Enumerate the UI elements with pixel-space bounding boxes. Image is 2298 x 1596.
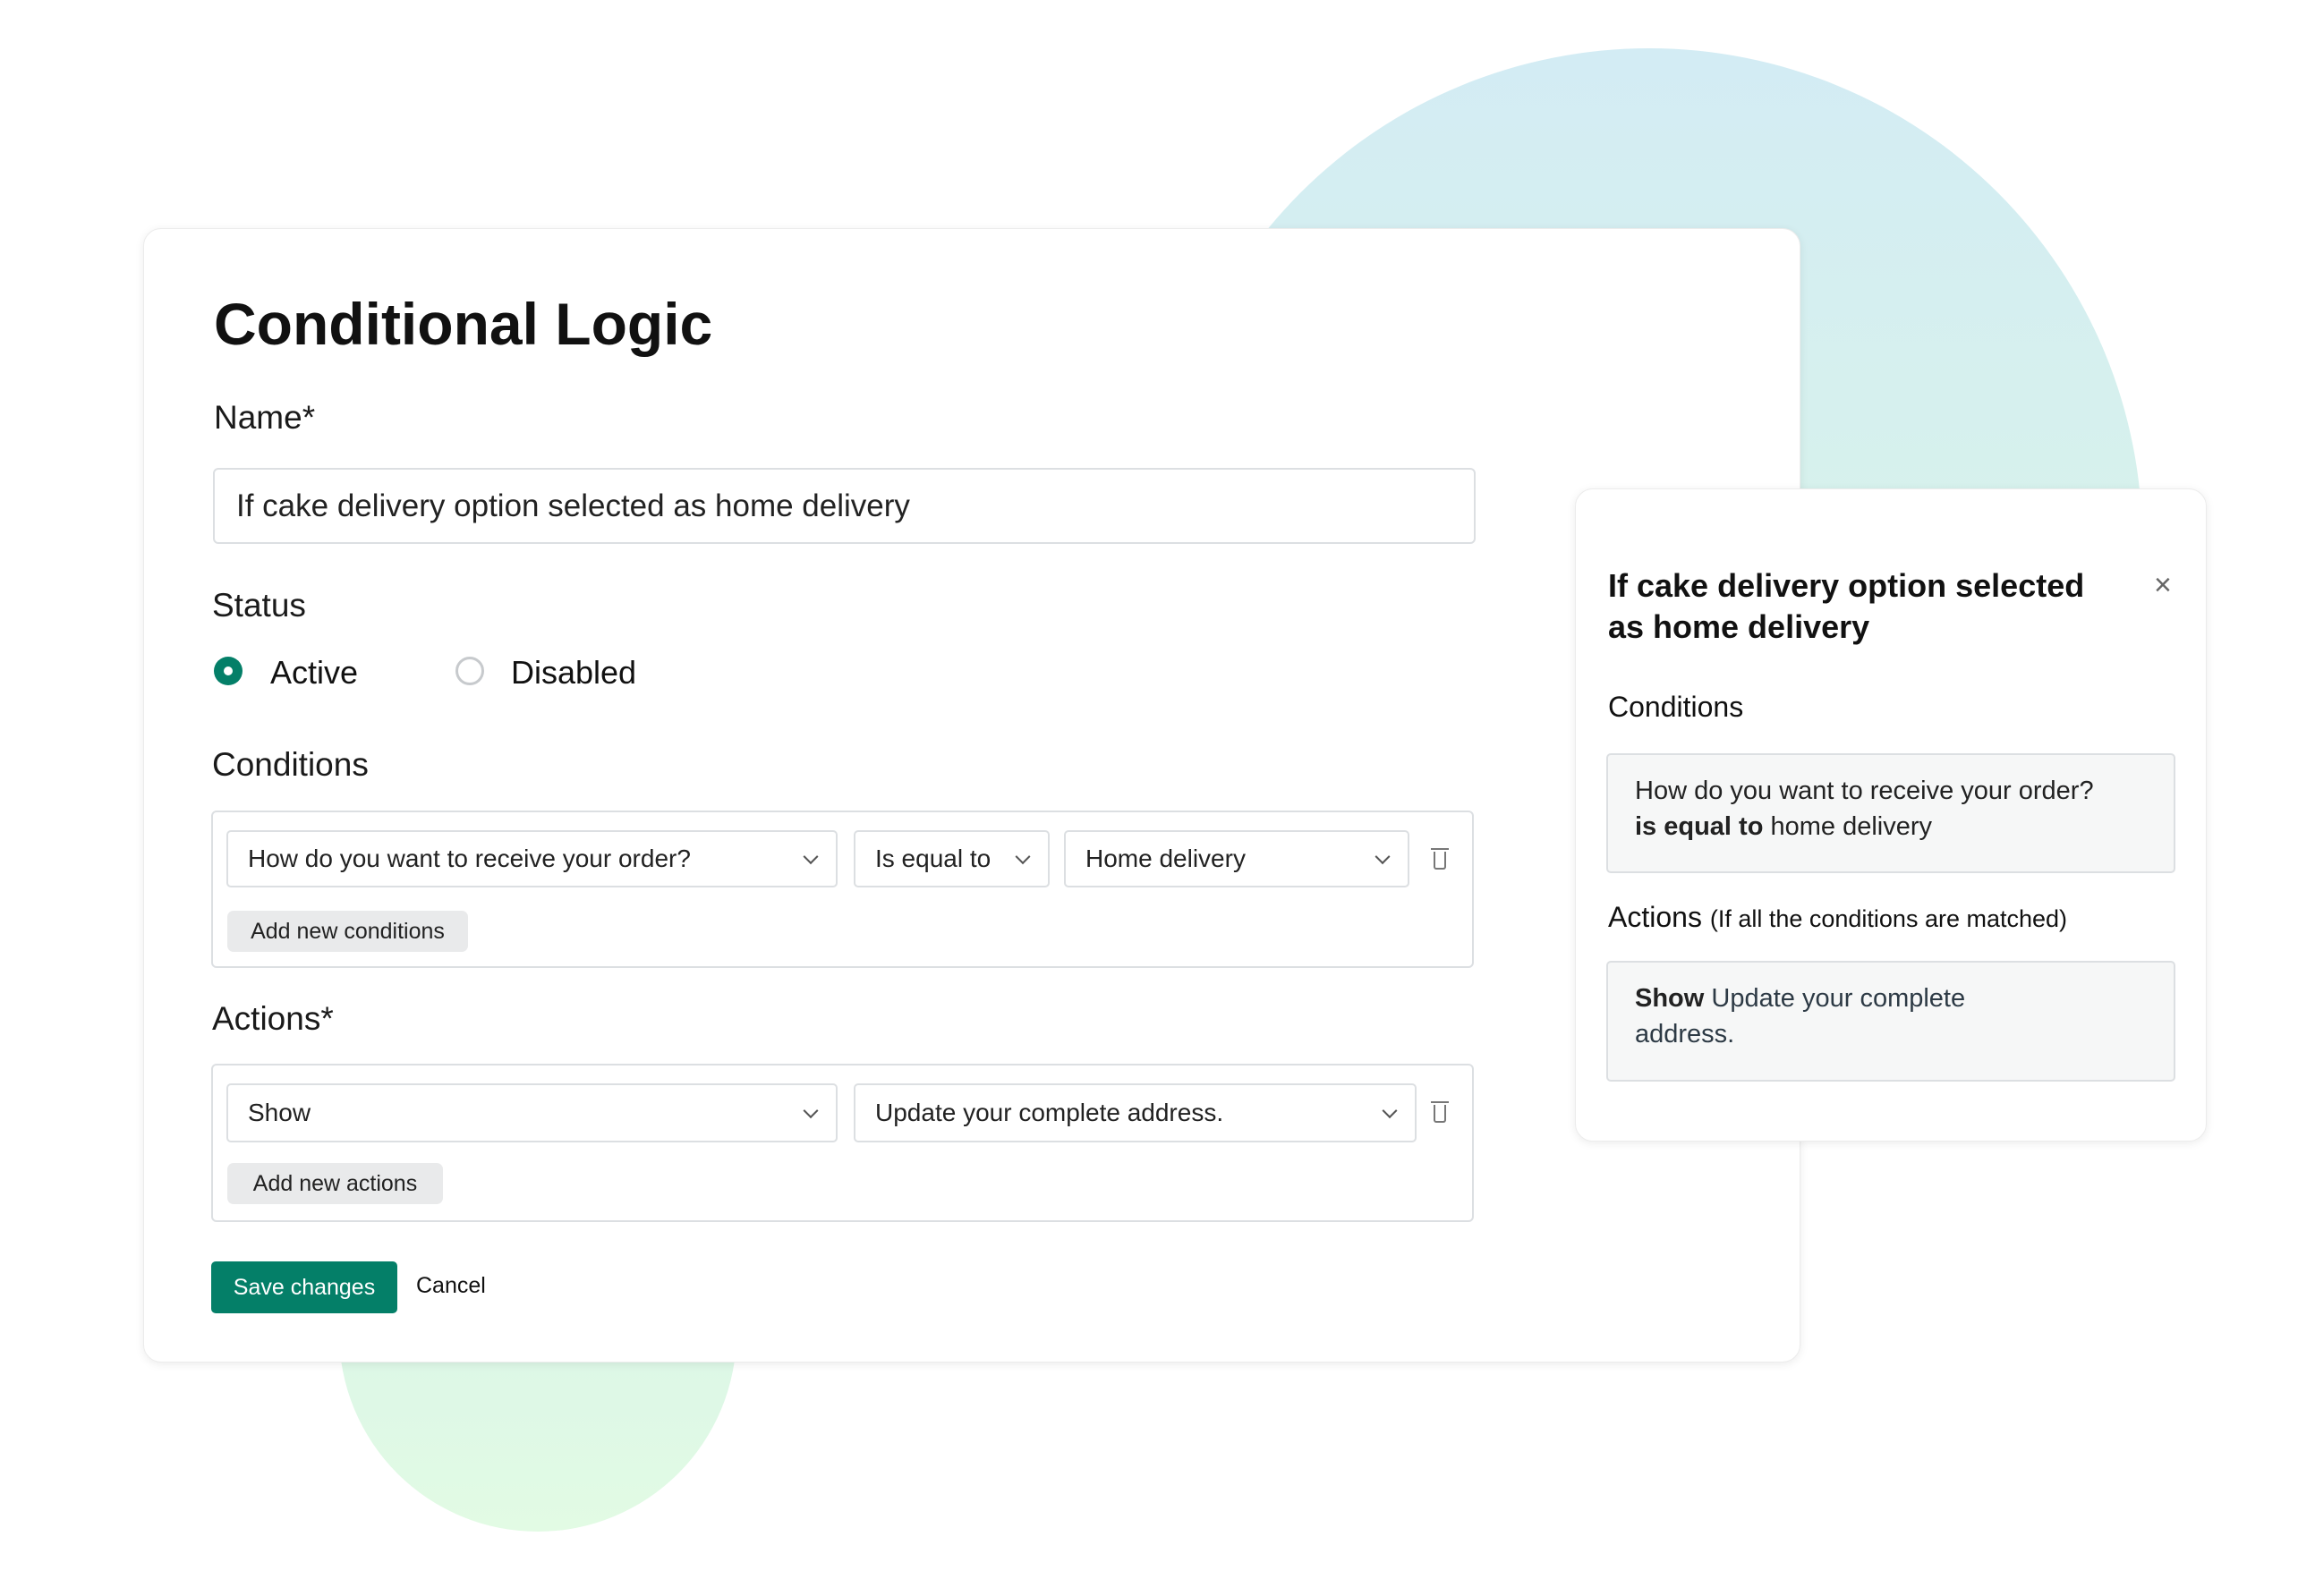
cancel-button[interactable]: Cancel — [416, 1273, 486, 1299]
close-icon[interactable]: × — [2154, 568, 2172, 603]
actions-label: Actions* — [212, 1000, 334, 1037]
condition-value-value: Home delivery — [1085, 845, 1246, 872]
summary-condition-box: How do you want to receive your order? i… — [1606, 753, 2175, 873]
radio-disabled[interactable] — [455, 657, 484, 685]
radio-active-label[interactable]: Active — [270, 654, 358, 692]
action-target-value: Update your complete address. — [875, 1099, 1224, 1126]
chevron-down-icon — [1382, 1103, 1398, 1119]
trash-icon[interactable] — [1431, 1101, 1449, 1123]
action-type-select[interactable]: Show — [226, 1083, 838, 1142]
chevron-down-icon — [1375, 849, 1391, 865]
condition-field-value: How do you want to receive your order? — [248, 845, 691, 872]
trash-icon[interactable] — [1431, 848, 1449, 870]
page-title: Conditional Logic — [214, 291, 713, 357]
save-changes-button[interactable]: Save changes — [211, 1261, 397, 1313]
summary-action-type: Show — [1635, 984, 1705, 1013]
summary-condition-operator: is equal to — [1635, 812, 1764, 841]
rule-summary-panel: If cake delivery option selected as home… — [1575, 488, 2207, 1142]
summary-action-box: Show Update your complete address. — [1606, 961, 2175, 1082]
action-type-value: Show — [248, 1099, 311, 1126]
status-label: Status — [212, 587, 306, 624]
conditions-label: Conditions — [212, 746, 369, 783]
radio-disabled-label[interactable]: Disabled — [511, 654, 636, 692]
chevron-down-icon — [803, 1103, 819, 1119]
summary-condition-value: home delivery — [1770, 812, 1933, 841]
condition-value-select[interactable]: Home delivery — [1064, 830, 1409, 887]
status-radio-group: Active Disabled — [214, 654, 751, 692]
name-label: Name* — [214, 399, 316, 436]
add-condition-button[interactable]: Add new conditions — [227, 911, 468, 952]
condition-operator-value: Is equal to — [875, 845, 992, 872]
radio-active[interactable] — [214, 657, 243, 685]
condition-field-select[interactable]: How do you want to receive your order? — [226, 830, 838, 887]
condition-operator-select[interactable]: Is equal to — [854, 830, 1050, 887]
conditions-box: How do you want to receive your order? I… — [211, 811, 1474, 968]
summary-actions-note: (If all the conditions are matched) — [1709, 905, 2068, 932]
summary-actions-label: Actions — [1608, 901, 1702, 933]
summary-actions-heading: Actions (If all the conditions are match… — [1608, 901, 2067, 934]
action-target-select[interactable]: Update your complete address. — [854, 1083, 1417, 1142]
chevron-down-icon — [1015, 849, 1031, 865]
summary-conditions-label: Conditions — [1608, 691, 1744, 723]
name-input[interactable]: If cake delivery option selected as home… — [213, 468, 1476, 544]
add-action-button[interactable]: Add new actions — [227, 1163, 443, 1204]
actions-box: Show Update your complete address. Add n… — [211, 1064, 1474, 1222]
summary-condition-field: How do you want to receive your order? — [1635, 777, 2094, 805]
summary-title: If cake delivery option selected as home… — [1608, 567, 2085, 645]
conditional-logic-editor: Conditional Logic Name* If cake delivery… — [143, 228, 1800, 1363]
chevron-down-icon — [803, 849, 819, 865]
